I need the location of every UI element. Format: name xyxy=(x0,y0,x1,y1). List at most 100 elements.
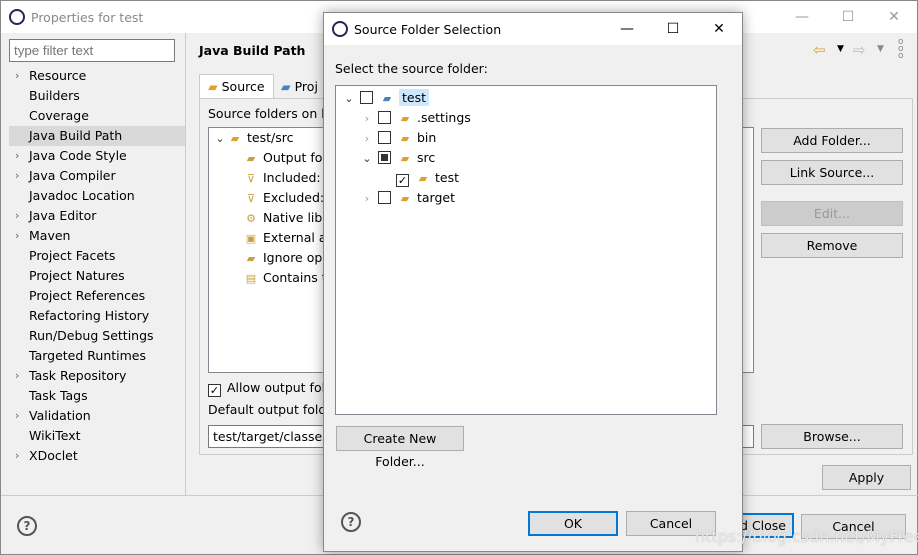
checkbox[interactable] xyxy=(377,191,391,204)
ok-button[interactable]: OK xyxy=(528,511,618,536)
help-icon[interactable]: ? xyxy=(341,512,361,532)
chevron-right-icon[interactable]: › xyxy=(15,446,19,466)
tree-item[interactable]: › ▰ target xyxy=(336,188,716,208)
nav-item[interactable]: › Resource xyxy=(9,66,185,86)
folder-icon: ▰ xyxy=(400,132,410,145)
chevron-right-icon[interactable]: › xyxy=(15,406,19,426)
chevron-right-icon[interactable]: › xyxy=(15,146,19,166)
nav-item[interactable]: Project Facets xyxy=(9,246,185,266)
close-button[interactable]: ✕ xyxy=(871,9,917,25)
tab-projects[interactable]: ▰ Proj xyxy=(281,79,318,94)
nav-item[interactable]: Task Tags xyxy=(9,386,185,406)
view-menu-icon[interactable]: ooo xyxy=(898,38,904,61)
dialog-prompt: Select the source folder: xyxy=(335,61,488,76)
edit-button[interactable]: Edit... xyxy=(761,201,903,226)
minimize-button[interactable]: — xyxy=(779,9,825,25)
chevron-right-icon[interactable]: › xyxy=(15,206,19,226)
divider xyxy=(185,33,186,495)
nav-item[interactable]: Project Natures xyxy=(9,266,185,286)
folder-icon: ▰ xyxy=(400,152,410,165)
add-folder-button[interactable]: Add Folder... xyxy=(761,128,903,153)
source-folder-selection-dialog: Source Folder Selection — ☐ ✕ Select the… xyxy=(323,12,743,552)
default-output-label: Default output folde xyxy=(208,402,334,417)
folder-tree[interactable]: ⌄ ▰ test › ▰ .settings › ▰ bin ⌄ ▰ src ✓ ▰ test › … xyxy=(335,85,717,415)
folder-icon: ▰ xyxy=(418,172,428,185)
folder-icon: ▰ xyxy=(400,192,410,205)
ignore-optional-icon: ▰ xyxy=(246,252,256,265)
nav-item[interactable]: Coverage xyxy=(9,106,185,126)
source-folder-icon: ▰ xyxy=(208,79,218,94)
checkbox[interactable] xyxy=(377,151,391,164)
nav-item[interactable]: Run/Debug Settings xyxy=(9,326,185,346)
chevron-right-icon[interactable]: › xyxy=(15,166,19,186)
eclipse-logo-icon xyxy=(332,21,348,37)
nav-item[interactable]: › Maven xyxy=(9,226,185,246)
tab-source[interactable]: ▰ Source xyxy=(199,74,274,99)
page-title: Java Build Path xyxy=(199,43,306,58)
checkbox[interactable] xyxy=(359,91,373,104)
remove-button[interactable]: Remove xyxy=(761,233,903,258)
forward-menu-icon[interactable]: ▼ xyxy=(877,44,884,54)
project-folder-icon: ▰ xyxy=(382,92,392,105)
help-icon[interactable]: ? xyxy=(17,516,37,536)
chevron-down-icon[interactable]: ⌄ xyxy=(360,149,374,169)
chevron-right-icon[interactable]: › xyxy=(15,66,19,86)
back-menu-icon[interactable]: ▼ xyxy=(837,44,844,54)
checkbox[interactable]: ✓ xyxy=(395,174,409,187)
chevron-right-icon[interactable]: › xyxy=(360,129,374,149)
link-source-button[interactable]: Link Source... xyxy=(761,160,903,185)
output-folder-icon: ▰ xyxy=(246,152,256,165)
package-folder-icon: ▰ xyxy=(230,132,240,145)
watermark: https://blog.csdn.net/MyFreeIT xyxy=(695,527,918,546)
checkbox[interactable] xyxy=(377,131,391,144)
back-icon[interactable]: ⇦ xyxy=(813,41,826,59)
nav-item[interactable]: Java Build Path xyxy=(9,126,185,146)
allow-output-checkbox[interactable]: ✓ Allow output fold xyxy=(208,380,333,397)
filter-include-icon: ⊽ xyxy=(246,172,256,185)
nav-item[interactable]: Javadoc Location xyxy=(9,186,185,206)
nav-item[interactable]: Project References xyxy=(9,286,185,306)
nav-item[interactable]: › XDoclet xyxy=(9,446,185,466)
forward-icon[interactable]: ⇨ xyxy=(853,41,866,59)
chevron-down-icon[interactable]: ⌄ xyxy=(342,89,356,109)
apply-button[interactable]: Apply xyxy=(822,465,911,490)
tree-item[interactable]: › ▰ .settings xyxy=(336,108,716,128)
nav-item[interactable]: Targeted Runtimes xyxy=(9,346,185,366)
nav-item[interactable]: › Task Repository xyxy=(9,366,185,386)
chevron-down-icon[interactable]: ⌄ xyxy=(213,129,227,149)
close-button[interactable]: ✕ xyxy=(696,21,742,37)
nav-item[interactable]: › Java Code Style xyxy=(9,146,185,166)
external-annotations-icon: ▣ xyxy=(245,232,257,245)
property-nav: › Resource Builders Coverage Java Build Path… xyxy=(9,66,185,466)
native-library-icon: ⚙ xyxy=(246,212,256,225)
chevron-right-icon[interactable]: › xyxy=(360,189,374,209)
filter-exclude-icon: ⊽ xyxy=(246,192,256,205)
maximize-button[interactable]: ☐ xyxy=(650,21,696,37)
eclipse-logo-icon xyxy=(9,9,25,25)
tree-item[interactable]: ⌄ ▰ test xyxy=(336,88,716,108)
create-new-folder-button[interactable]: Create New Folder... xyxy=(336,426,464,469)
nav-item[interactable]: › Validation xyxy=(9,406,185,426)
minimize-button[interactable]: — xyxy=(604,21,650,37)
folder-icon: ▰ xyxy=(400,112,410,125)
test-source-icon: ▤ xyxy=(245,272,257,285)
window-title: Properties for test xyxy=(31,9,144,25)
dialog-title-bar: Source Folder Selection — ☐ ✕ xyxy=(324,13,742,45)
chevron-right-icon[interactable]: › xyxy=(15,366,19,386)
chevron-right-icon[interactable]: › xyxy=(15,226,19,246)
nav-item[interactable]: WikiText xyxy=(9,426,185,446)
browse-button[interactable]: Browse... xyxy=(761,424,903,449)
nav-item[interactable]: Refactoring History xyxy=(9,306,185,326)
filter-input[interactable] xyxy=(9,39,175,62)
tree-item[interactable]: ✓ ▰ test xyxy=(336,168,716,188)
nav-item[interactable]: › Java Editor xyxy=(9,206,185,226)
checkbox-icon: ✓ xyxy=(208,384,221,397)
tree-item[interactable]: ⌄ ▰ src xyxy=(336,148,716,168)
maximize-button[interactable]: ☐ xyxy=(825,9,871,25)
nav-item[interactable]: › Java Compiler xyxy=(9,166,185,186)
chevron-right-icon[interactable]: › xyxy=(360,109,374,129)
source-folders-label: Source folders on b xyxy=(208,106,330,121)
tree-item[interactable]: › ▰ bin xyxy=(336,128,716,148)
checkbox[interactable] xyxy=(377,111,391,124)
nav-item[interactable]: Builders xyxy=(9,86,185,106)
